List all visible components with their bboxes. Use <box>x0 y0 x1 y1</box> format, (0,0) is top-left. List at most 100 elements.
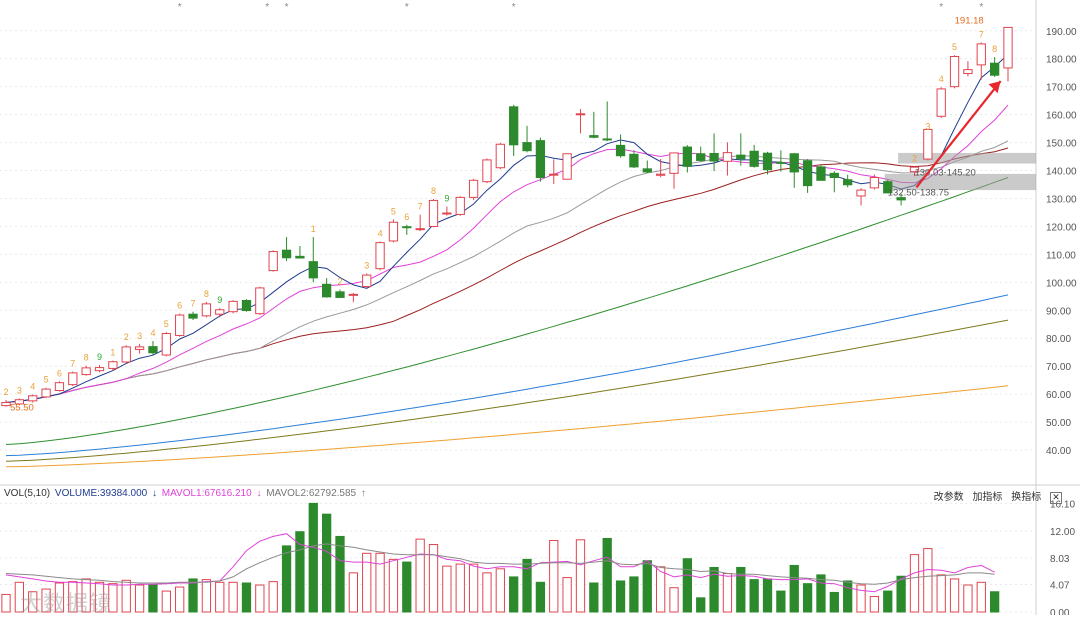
ma20-line <box>5 140 1009 403</box>
candle-body <box>642 168 652 173</box>
volume-tick-label: 0.00 <box>1050 608 1070 615</box>
candle-body <box>562 153 572 180</box>
volume-tick-label: 8.03 <box>1050 554 1070 565</box>
volume-bar <box>575 539 586 613</box>
volume-bar <box>161 590 171 613</box>
price-tick-label: 100.00 <box>1046 278 1077 289</box>
td-count-label: 8 <box>84 353 89 363</box>
watermark-logo: 大数据镜 <box>20 591 113 616</box>
td-count-label: 6 <box>404 212 409 222</box>
candle-body <box>976 43 986 66</box>
volume-bar <box>468 563 479 613</box>
chart-stage: 190.00 180.00 170.00 160.00 150.00 140.00 130.… <box>0 0 1080 616</box>
switch-indicator-button[interactable]: 换指标 <box>1011 492 1041 503</box>
volume-controls: 改参数 加指标 换指标 ✕ <box>928 488 1062 504</box>
candle-body <box>215 309 225 315</box>
volume-bar <box>415 538 425 613</box>
td-count-label: 1 <box>110 348 115 358</box>
volume-bar <box>629 576 639 613</box>
candle-body <box>94 367 105 372</box>
vol-mavol2-value: MAVOL2:62792.585 <box>266 488 357 499</box>
td-count-label: 9 <box>217 295 222 305</box>
volume-bar <box>148 584 158 613</box>
candle-body <box>28 395 38 402</box>
td-count-label: 6 <box>57 368 62 378</box>
candle-body <box>602 138 612 141</box>
volume-bar <box>295 531 305 613</box>
edit-params-button[interactable]: 改参数 <box>934 492 964 503</box>
volume-bar <box>215 581 225 613</box>
star-marker-icon: * <box>285 2 289 13</box>
volume-bar <box>602 537 612 613</box>
ma-long-line <box>5 385 1009 468</box>
price-tick-label: 50.00 <box>1046 418 1071 429</box>
volume-bar <box>776 590 786 613</box>
volume-bar <box>789 564 799 613</box>
price-tick-label: 80.00 <box>1046 334 1071 345</box>
candle-body <box>362 274 372 288</box>
support-zone <box>898 152 1036 164</box>
candle-body <box>402 226 412 229</box>
candle-body <box>468 179 479 198</box>
volume-bar <box>829 591 839 613</box>
td-count-label: 7 <box>418 202 423 212</box>
candle-body <box>41 388 51 398</box>
price-tick-label: 180.00 <box>1046 55 1077 66</box>
td-count-label: 1 <box>311 224 316 234</box>
volume-bar <box>281 545 292 613</box>
volume-bar <box>669 587 679 613</box>
price-tick-label: 110.00 <box>1046 250 1076 261</box>
candle-body <box>816 166 826 181</box>
candle-body <box>722 152 733 162</box>
price-annotation: 191.18 <box>955 15 984 26</box>
candle-body <box>923 128 933 160</box>
volume-bar <box>989 591 1000 613</box>
vol-volume-value: VOLUME:39384.000 <box>54 488 148 499</box>
candle-body <box>175 314 185 336</box>
price-tick-label: 140.00 <box>1046 167 1077 178</box>
close-icon[interactable]: ✕ <box>1050 492 1062 504</box>
volume-bar <box>509 576 519 613</box>
volume-bar <box>375 552 385 613</box>
volume-bar <box>963 584 973 613</box>
candlestick-chart[interactable]: 190.00180.00170.00160.00150.00140.00130.… <box>0 0 1080 615</box>
td-count-label: 9 <box>97 352 102 362</box>
candle-body <box>442 212 452 215</box>
candle-body <box>228 300 238 313</box>
candle-body <box>268 251 278 272</box>
volume-bar <box>696 597 706 613</box>
candle-body <box>629 153 639 168</box>
volume-tick-label: 4.07 <box>1050 581 1070 592</box>
candle-body <box>736 154 746 160</box>
volume-bar <box>816 574 826 613</box>
candle-body <box>535 140 546 179</box>
volume-bar <box>175 586 185 613</box>
price-tick-label: 130.00 <box>1046 194 1077 205</box>
td-count-label: 8 <box>431 186 436 196</box>
td-count-label: 4 <box>30 381 35 391</box>
td-count-label: 7 <box>979 30 984 40</box>
volume-bar <box>923 548 933 613</box>
candle-body <box>856 189 866 197</box>
volume-bar <box>843 580 853 613</box>
add-indicator-button[interactable]: 加指标 <box>972 492 1002 503</box>
volume-bar <box>896 575 906 613</box>
volume-bar <box>321 513 332 613</box>
candle-body <box>482 159 492 183</box>
td-count-label: 2 <box>912 153 917 163</box>
candle-body <box>549 173 559 176</box>
candle-body <box>749 150 759 167</box>
candle-body <box>201 303 212 317</box>
price-tick-label: 90.00 <box>1046 306 1071 317</box>
candle-body <box>949 55 960 88</box>
volume-bar <box>241 582 252 613</box>
volume-bar <box>869 595 880 613</box>
candle-body <box>388 221 399 242</box>
candle-body <box>655 173 666 176</box>
volume-bar <box>348 572 359 613</box>
ma250-line <box>5 319 1009 462</box>
td-count-label: 6 <box>177 301 182 311</box>
candle-body <box>776 161 786 164</box>
volume-bar <box>255 584 265 613</box>
ma30-line <box>5 147 1009 403</box>
